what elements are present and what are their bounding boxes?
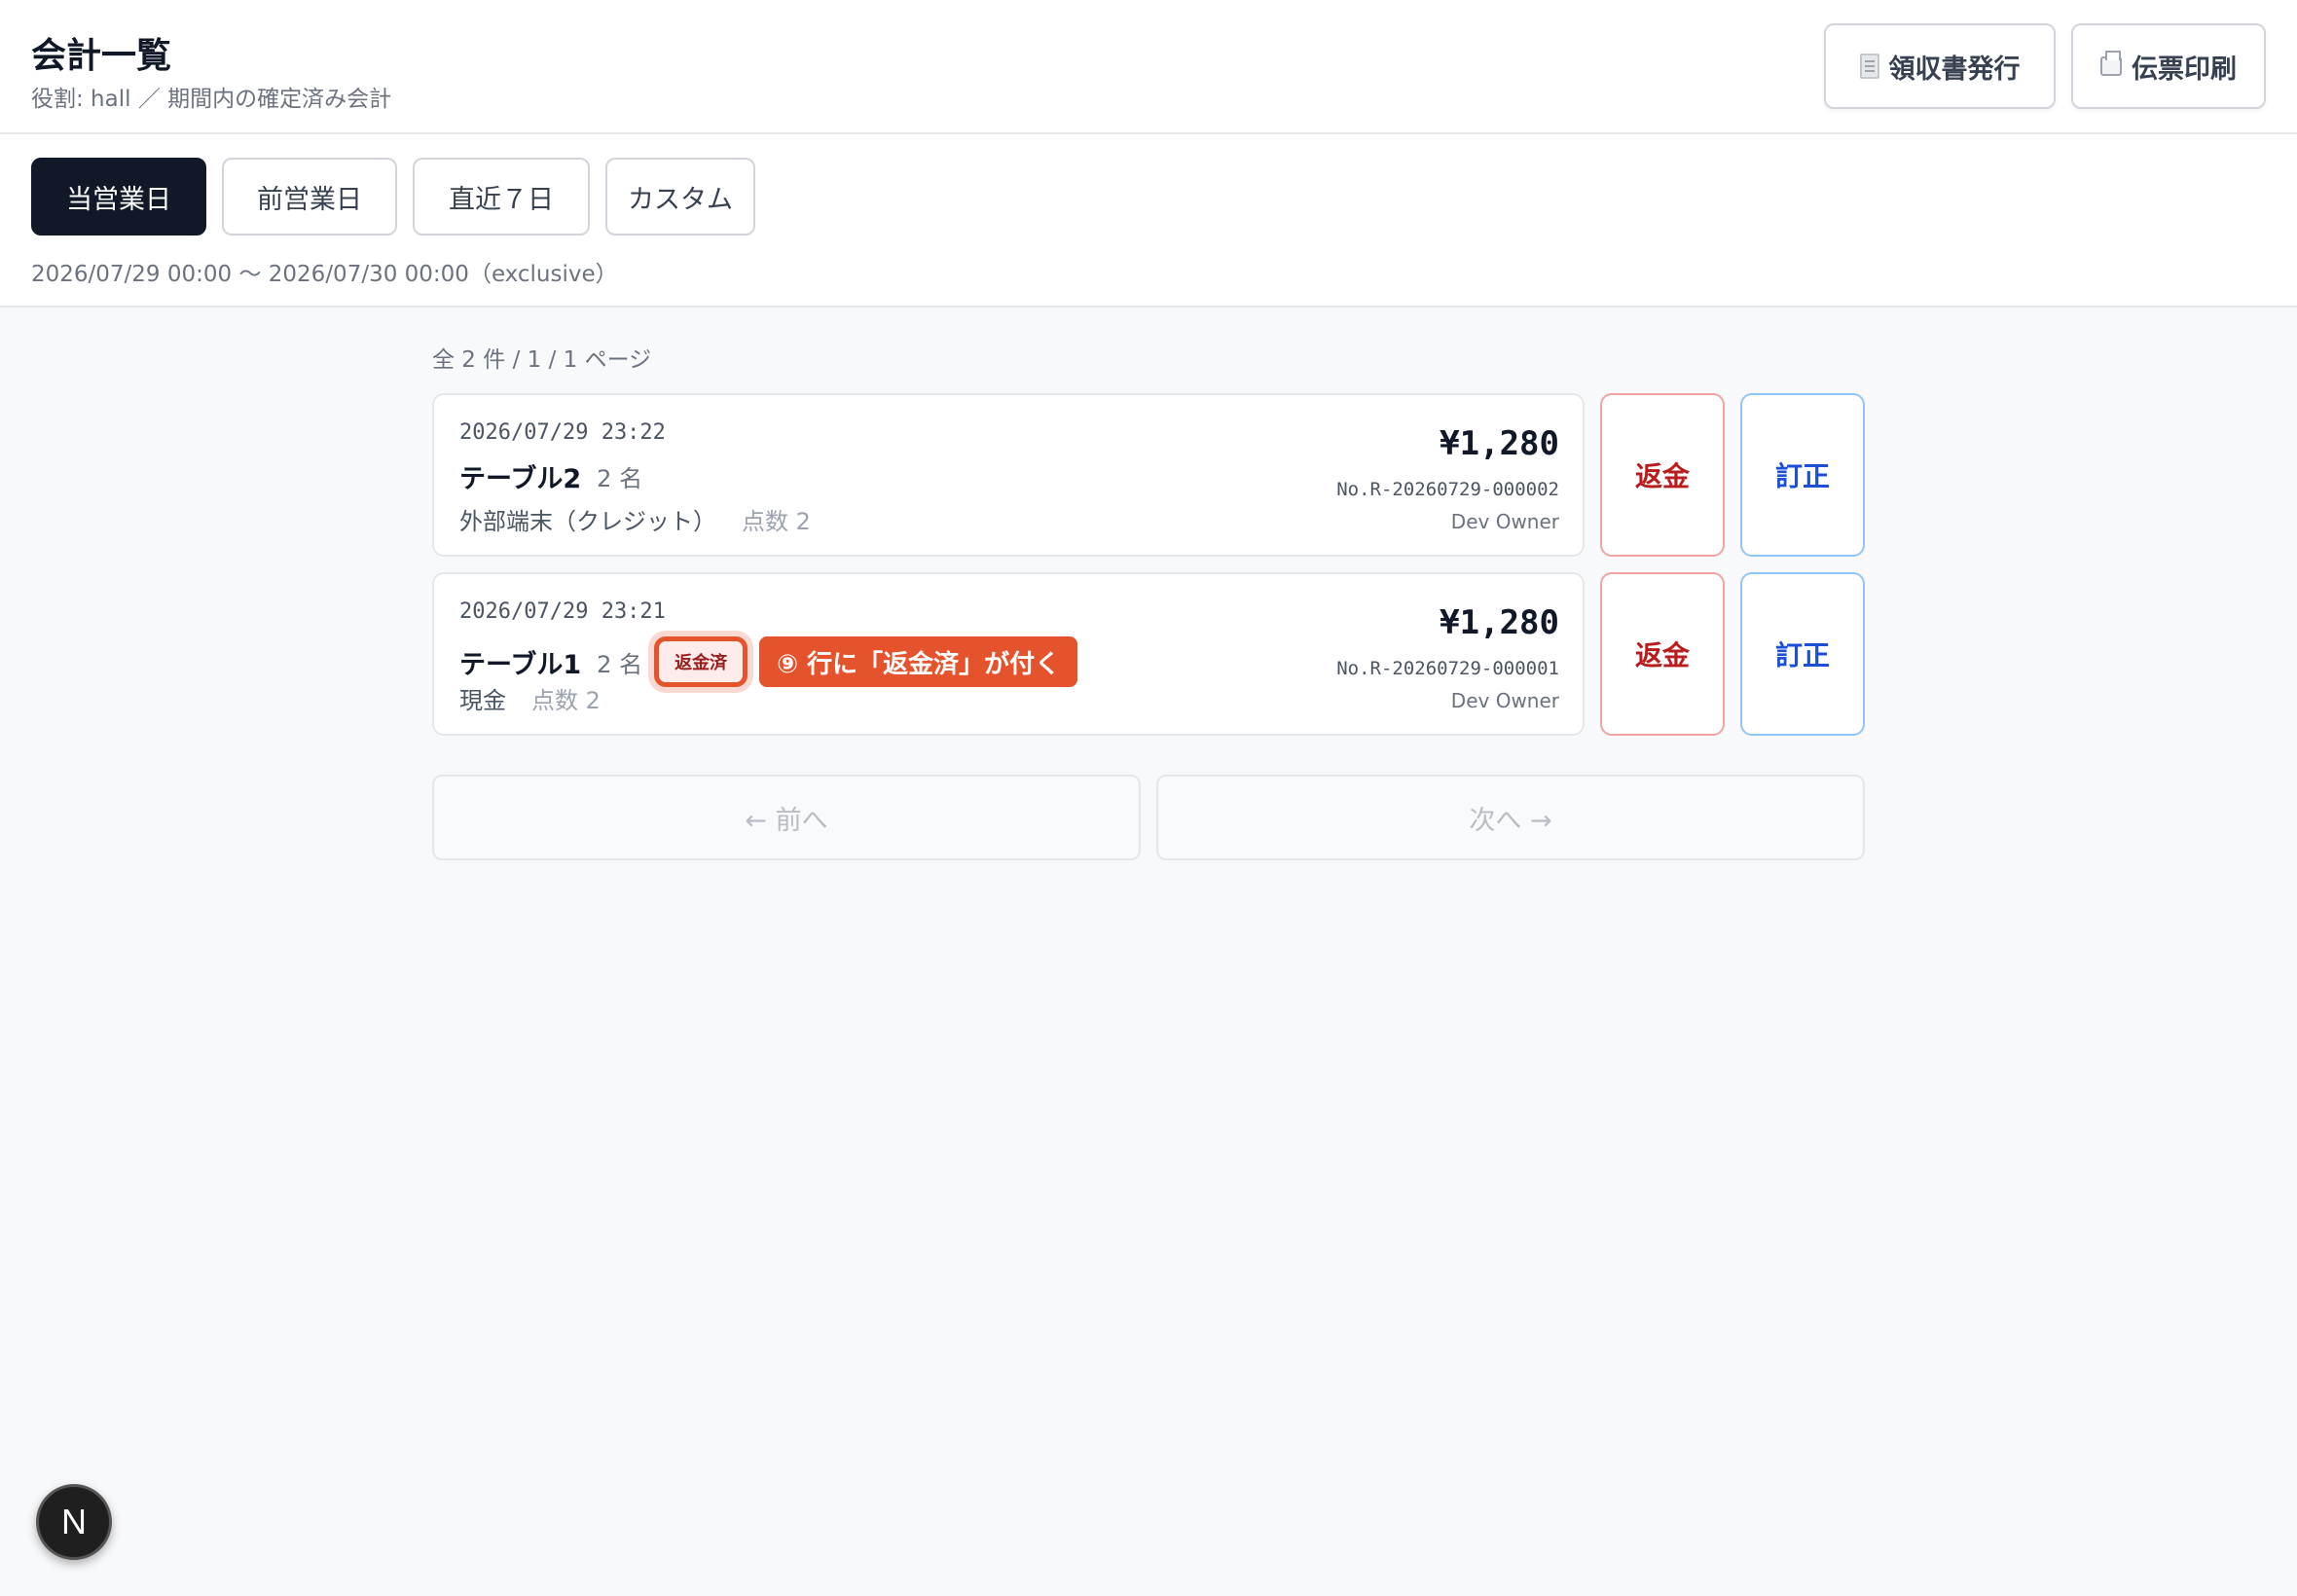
payment-line: 外部端末（クレジット） 点数 2 <box>459 502 811 536</box>
staff-name: Dev Owner <box>1450 689 1559 712</box>
issue-receipt-label: 領収書発行 <box>1888 54 2021 85</box>
period-custom-button[interactable]: カスタム <box>605 158 755 236</box>
printer-icon <box>2100 51 2122 76</box>
refund-button[interactable]: 返金 <box>1600 572 1725 736</box>
table-name: テーブル1 <box>459 649 582 680</box>
print-slip-button[interactable]: 伝票印刷 <box>2071 23 2266 109</box>
next-page-button[interactable]: 次へ → <box>1156 775 1865 860</box>
payment-method: 外部端末（クレジット） <box>459 508 716 535</box>
table-line: テーブル1 2 名 返金済 ⑨ 行に「返金済」が付く <box>459 636 1078 687</box>
transaction-card[interactable]: 2026/07/29 23:21 テーブル1 2 名 返金済 ⑨ 行に「返金済」… <box>432 572 1585 736</box>
payment-line: 現金 点数 2 <box>459 681 601 715</box>
item-points: 点数 2 <box>742 508 811 535</box>
issue-receipt-button[interactable]: 領収書発行 <box>1824 23 2056 109</box>
period-filter-bar: 当営業日 前営業日 直近７日 カスタム 2026/07/29 00:00 〜 2… <box>0 134 2297 308</box>
transaction-amount: ¥1,280 <box>1440 424 1559 463</box>
transaction-card[interactable]: 2026/07/29 23:22 テーブル2 2 名 外部端末（クレジット） 点数… <box>432 393 1585 557</box>
payment-method: 現金 <box>459 687 506 714</box>
table-line: テーブル2 2 名 <box>459 457 642 495</box>
previous-page-button[interactable]: ← 前へ <box>432 775 1141 860</box>
guest-count: 2 名 <box>597 650 643 678</box>
correct-button[interactable]: 訂正 <box>1740 393 1865 557</box>
annotation-callout: ⑨ 行に「返金済」が付く <box>759 636 1078 687</box>
result-count: 全 2 件 / 1 / 1 ページ <box>432 347 652 373</box>
guest-count: 2 名 <box>597 465 643 492</box>
staff-name: Dev Owner <box>1450 510 1559 533</box>
page-title: 会計一覧 <box>31 36 172 76</box>
page-subtitle: 役割: hall ／ 期間内の確定済み会計 <box>31 87 392 112</box>
table-name: テーブル2 <box>459 464 582 494</box>
transaction-timestamp: 2026/07/29 23:22 <box>459 420 666 445</box>
period-last-7-days-button[interactable]: 直近７日 <box>413 158 590 236</box>
date-range-text: 2026/07/29 00:00 〜 2026/07/30 00:00（excl… <box>31 262 618 287</box>
dev-tools-badge[interactable]: N <box>36 1484 112 1560</box>
transaction-timestamp: 2026/07/29 23:21 <box>459 599 666 624</box>
print-slip-label: 伝票印刷 <box>2132 54 2237 85</box>
receipt-number: No.R-20260729-000001 <box>1336 658 1559 679</box>
period-today-button[interactable]: 当営業日 <box>31 158 206 236</box>
receipt-number: No.R-20260729-000002 <box>1336 479 1559 500</box>
correct-button[interactable]: 訂正 <box>1740 572 1865 736</box>
period-previous-day-button[interactable]: 前営業日 <box>222 158 397 236</box>
refunded-badge: 返金済 <box>654 636 748 687</box>
receipt-icon <box>1859 54 1879 79</box>
transaction-amount: ¥1,280 <box>1440 603 1559 642</box>
item-points: 点数 2 <box>531 687 601 714</box>
page-header: 会計一覧 役割: hall ／ 期間内の確定済み会計 領収書発行 伝票印刷 <box>0 0 2297 134</box>
refund-button[interactable]: 返金 <box>1600 393 1725 557</box>
